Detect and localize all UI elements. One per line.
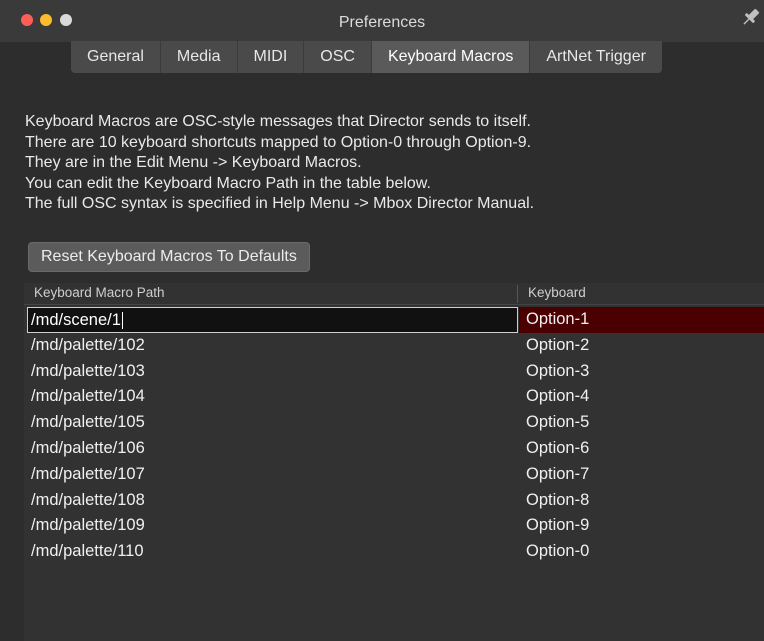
macro-path: /md/palette/107	[31, 464, 145, 483]
tab-media[interactable]: Media	[161, 41, 238, 73]
table-row[interactable]: /md/palette/110 Option-0	[24, 539, 764, 565]
tab-general[interactable]: General	[71, 41, 161, 73]
pin-icon	[743, 8, 760, 25]
column-divider[interactable]	[517, 285, 518, 303]
macro-path-input[interactable]: /md/scene/1	[27, 307, 518, 333]
tab-osc[interactable]: OSC	[304, 41, 372, 73]
table-row[interactable]: /md/palette/109 Option-9	[24, 513, 764, 539]
table-row[interactable]: /md/scene/1 Option-1	[24, 307, 764, 333]
macro-path: /md/palette/110	[31, 542, 144, 561]
macro-path: /md/palette/103	[31, 361, 145, 380]
tab-keyboard-macros[interactable]: Keyboard Macros	[371, 41, 531, 73]
macro-path: /md/palette/102	[31, 335, 145, 354]
description-line: Keyboard Macros are OSC-style messages t…	[25, 113, 531, 130]
title-bar[interactable]: Preferences	[0, 0, 764, 42]
macro-path: /md/palette/109	[31, 516, 145, 535]
macro-path: /md/palette/106	[31, 438, 145, 457]
keyboard-shortcut: Option-1	[526, 310, 590, 328]
column-header-path[interactable]: Keyboard Macro Path	[34, 285, 165, 300]
keyboard-shortcut: Option-6	[526, 438, 590, 457]
table-header: Keyboard Macro Path Keyboard	[24, 283, 764, 305]
keyboard-shortcut: Option-2	[526, 335, 590, 354]
keyboard-shortcut: Option-0	[526, 542, 590, 561]
window-title: Preferences	[338, 14, 426, 31]
tab-midi[interactable]: MIDI	[238, 41, 305, 73]
column-header-keyboard[interactable]: Keyboard	[528, 285, 586, 300]
reset-keyboard-macros-button[interactable]: Reset Keyboard Macros To Defaults	[28, 242, 310, 272]
description-text: Keyboard Macros are OSC-style messages t…	[25, 112, 534, 215]
macro-path: /md/palette/104	[31, 387, 145, 406]
table-row[interactable]: /md/palette/106 Option-6	[24, 436, 764, 462]
keyboard-shortcut: Option-4	[526, 387, 590, 406]
table-row[interactable]: /md/palette/104 Option-4	[24, 384, 764, 410]
keyboard-shortcut: Option-7	[526, 464, 590, 483]
tab-artnet-trigger[interactable]: ArtNet Trigger	[530, 41, 662, 73]
description-line: The full OSC syntax is specified in Help…	[25, 195, 535, 212]
macro-path: /md/palette/105	[31, 413, 145, 432]
macro-path-value: /md/scene/1	[31, 311, 123, 330]
description-line: There are 10 keyboard shortcuts mapped t…	[25, 133, 532, 151]
table-row[interactable]: /md/palette/107 Option-7	[24, 462, 764, 488]
table-row[interactable]: /md/palette/103 Option-3	[24, 359, 764, 385]
table-body: /md/scene/1 Option-1 /md/palette/102 Opt…	[24, 307, 764, 565]
preferences-tabs: General Media MIDI OSC Keyboard Macros A…	[71, 41, 662, 73]
text-caret	[121, 312, 123, 330]
description-line: You can edit the Keyboard Macro Path in …	[25, 174, 431, 192]
table-row[interactable]: /md/palette/108 Option-8	[24, 488, 764, 514]
keyboard-macros-table: Keyboard Macro Path Keyboard /md/scene/1…	[24, 283, 764, 641]
preferences-window: Preferences General Media MIDI OSC Keybo…	[0, 0, 764, 641]
keyboard-shortcut: Option-9	[526, 516, 590, 535]
macro-path: /md/palette/108	[31, 490, 145, 509]
table-row[interactable]: /md/palette/102 Option-2	[24, 333, 764, 359]
keyboard-shortcut: Option-3	[526, 361, 590, 380]
table-row[interactable]: /md/palette/105 Option-5	[24, 410, 764, 436]
description-line: They are in the Edit Menu -> Keyboard Ma…	[25, 154, 362, 171]
keyboard-shortcut: Option-5	[526, 413, 590, 432]
keyboard-shortcut: Option-8	[526, 490, 590, 509]
